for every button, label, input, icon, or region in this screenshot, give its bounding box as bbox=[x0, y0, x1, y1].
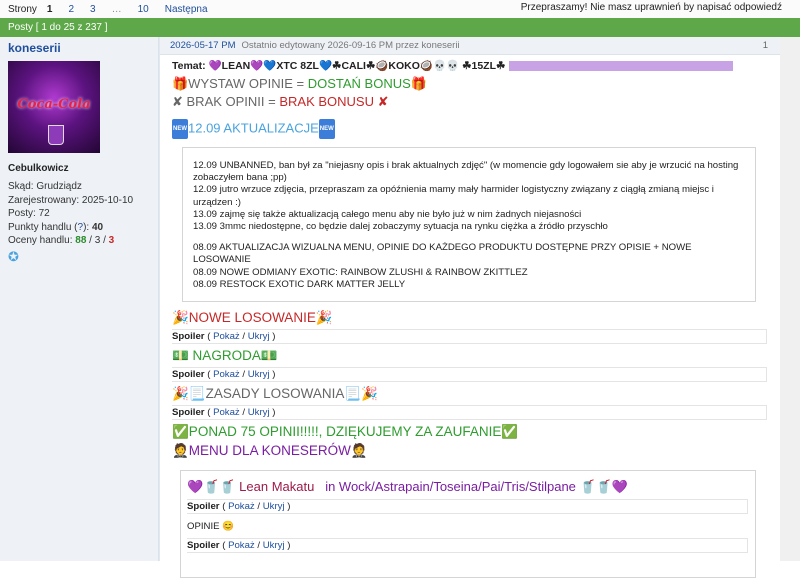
spoiler-show-link[interactable]: Pokaż bbox=[213, 369, 240, 380]
spoiler-hide-link[interactable]: Ukryj bbox=[263, 501, 285, 512]
spoiler-hide-link[interactable]: Ukryj bbox=[248, 369, 270, 380]
spoiler-rules: Spoiler ( Pokaż / Ukryj ) bbox=[172, 405, 767, 421]
quote-line: 08.09 RESTOCK EXOTIC DARK MATTER JELLY bbox=[193, 278, 406, 290]
pagination-label: Strony bbox=[8, 3, 37, 15]
spoiler-hide-link[interactable]: Ukryj bbox=[263, 540, 285, 551]
spoiler-show-link[interactable]: Pokaż bbox=[228, 501, 255, 512]
lean-location: in Wock/Astrapain/Toseina/Pai/Tris/Stilp… bbox=[325, 479, 576, 495]
quote-line: 13.09 zajmę się także aktualizacją całeg… bbox=[193, 208, 582, 220]
spoiler-hide-link[interactable]: Ukryj bbox=[248, 407, 270, 418]
lean-name: Lean Makatu bbox=[239, 479, 315, 495]
quote-line: 12.09 jutro wrzuce zdjęcia, przepraszam … bbox=[193, 184, 714, 208]
user-rank: Cebulkowicz bbox=[8, 163, 69, 174]
user-registered: Zarejestrowany: 2025-10-10 bbox=[8, 194, 134, 206]
subject-highlight bbox=[509, 60, 734, 71]
lean-product-title: 💜🥤🥤 Lean Makatu in Wock/Astrapain/Tosein… bbox=[187, 479, 749, 495]
new-draw-heading: 🎉NOWE LOSOWANIE🎉 bbox=[172, 310, 333, 326]
quote-line: 08.09 AKTUALIZACJA WIZUALNA MENU, OPINIE… bbox=[193, 242, 692, 266]
draw-rules-heading: 🎉📃ZASADY LOSOWANIA📃🎉 bbox=[172, 386, 379, 402]
spoiler-show-link[interactable]: Pokaż bbox=[213, 331, 240, 342]
updates-quote-box: 12.09 UNBANNED, ban był za "niejasny opi… bbox=[182, 147, 756, 303]
lean-icons: 💜🥤🥤 bbox=[187, 479, 240, 495]
post-body: 2026-05-17 PM Ostatnio edytowany 2026-09… bbox=[159, 37, 780, 578]
next-page-link[interactable]: Następna bbox=[165, 4, 208, 15]
no-bonus-line: ✘ BRAK OPINII = BRAK BONUSU ✘ bbox=[172, 94, 389, 109]
spoiler-draw: Spoiler ( Pokaż / Ukryj ) bbox=[172, 329, 767, 345]
post-header: 2026-05-17 PM Ostatnio edytowany 2026-09… bbox=[160, 37, 780, 55]
spoiler-show-link[interactable]: Pokaż bbox=[228, 540, 255, 551]
pagination-ellipsis: … bbox=[111, 3, 122, 15]
page-2-link[interactable]: 2 bbox=[68, 4, 74, 15]
update-title: NEW12.09 AKTUALIZACJENEW bbox=[172, 119, 768, 139]
ratings-negative: 3 bbox=[108, 235, 115, 246]
new-badge-icon: NEW bbox=[172, 119, 188, 139]
reviews-thanks-heading: ✅PONAD 75 OPINII!!!!!, DZIĘKUJEMY ZA ZAU… bbox=[172, 424, 519, 440]
page-scrollbar[interactable] bbox=[780, 37, 800, 561]
top-pagination-bar: Strony 1 2 3 … 10 Następna Przepraszamy!… bbox=[0, 0, 800, 18]
avatar-cup-icon bbox=[48, 125, 64, 145]
new-badge-icon: NEW bbox=[318, 119, 335, 139]
pagination: Strony 1 2 3 … 10 Następna bbox=[8, 4, 224, 15]
user-posts: Posty: 72 bbox=[8, 208, 50, 219]
trade-ratings: Oceny handlu: 88 / 3 / 3 bbox=[8, 235, 115, 246]
username-link[interactable]: koneserii bbox=[8, 41, 150, 55]
trade-points-value: 40 bbox=[91, 221, 104, 233]
post-subject: Temat: 💜LEAN💜💙XTC 8ZL💙☘CALI☘🥥KOKO🥥💀💀 ☘15… bbox=[172, 59, 768, 72]
menu-heading: 🤵MENU DLA KONESERÓW🤵 bbox=[172, 443, 368, 459]
menu-box: 💜🥤🥤 Lean Makatu in Wock/Astrapain/Tosein… bbox=[180, 470, 756, 578]
post-number[interactable]: 1 bbox=[763, 40, 768, 51]
posts-count-text: Posty [ 1 do 25 z 237 ] bbox=[8, 22, 108, 33]
quote-line: 13.09 3mmc niedostępne, co będzie dalej … bbox=[193, 221, 608, 233]
subject-text: 💜LEAN💜💙XTC 8ZL💙☘CALI☘🥥KOKO🥥💀💀 ☘15ZL☘ bbox=[208, 60, 506, 72]
user-info: Skąd: Grudziądz Zarejestrowany: 2025-10-… bbox=[8, 180, 150, 248]
post-date[interactable]: 2026-05-17 PM bbox=[170, 40, 235, 51]
user-location: Skąd: Grudziądz bbox=[8, 181, 82, 192]
post-content: Temat: 💜LEAN💜💙XTC 8ZL💙☘CALI☘🥥KOKO🥥💀💀 ☘15… bbox=[160, 55, 780, 578]
ratings-positive: 88 bbox=[75, 235, 87, 246]
trade-points: Punkty handlu (?): 40 bbox=[8, 221, 104, 233]
page-1-current: 1 bbox=[46, 3, 53, 15]
quote-line: 08.09 NOWE ODMIANY EXOTIC: RAINBOW ZLUSH… bbox=[193, 266, 528, 278]
prize-heading: 💵 NAGRODA💵 bbox=[172, 348, 278, 364]
spoiler-show-link[interactable]: Pokaż bbox=[213, 407, 240, 418]
star-icon: ✪ bbox=[8, 248, 19, 264]
post-container: koneserii Coca-Cola Cebulkowicz Skąd: Gr… bbox=[0, 37, 780, 578]
page-3-link[interactable]: 3 bbox=[90, 4, 96, 15]
no-permission-notice: Przepraszamy! Nie masz uprawnień by napi… bbox=[520, 2, 782, 13]
lean-icons-end: 🥤🥤💜 bbox=[575, 479, 629, 495]
spoiler-prize: Spoiler ( Pokaż / Ukryj ) bbox=[172, 367, 767, 383]
spoiler-opinions: Spoiler ( Pokaż / Ukryj ) bbox=[187, 538, 748, 554]
bonus-line: 🎁WYSTAW OPINIE = DOSTAŃ BONUS🎁 bbox=[172, 76, 427, 91]
spoiler-hide-link[interactable]: Ukryj bbox=[248, 331, 270, 342]
quote-line: 12.09 UNBANNED, ban był za "niejasny opi… bbox=[193, 160, 739, 184]
posts-count-bar: Posty [ 1 do 25 z 237 ] bbox=[0, 18, 800, 37]
avatar[interactable]: Coca-Cola bbox=[8, 61, 100, 153]
user-profile-panel: koneserii Coca-Cola Cebulkowicz Skąd: Gr… bbox=[0, 37, 159, 561]
avatar-logo-text: Coca-Cola bbox=[17, 97, 91, 112]
spoiler-lean: Spoiler ( Pokaż / Ukryj ) bbox=[187, 499, 748, 515]
post-edited-note: Ostatnio edytowany 2026-09-16 PM przez k… bbox=[241, 40, 460, 51]
opinions-label: OPINIE 😊 bbox=[187, 521, 235, 533]
subject-label: Temat: bbox=[172, 59, 206, 72]
page-10-link[interactable]: 10 bbox=[138, 4, 149, 15]
